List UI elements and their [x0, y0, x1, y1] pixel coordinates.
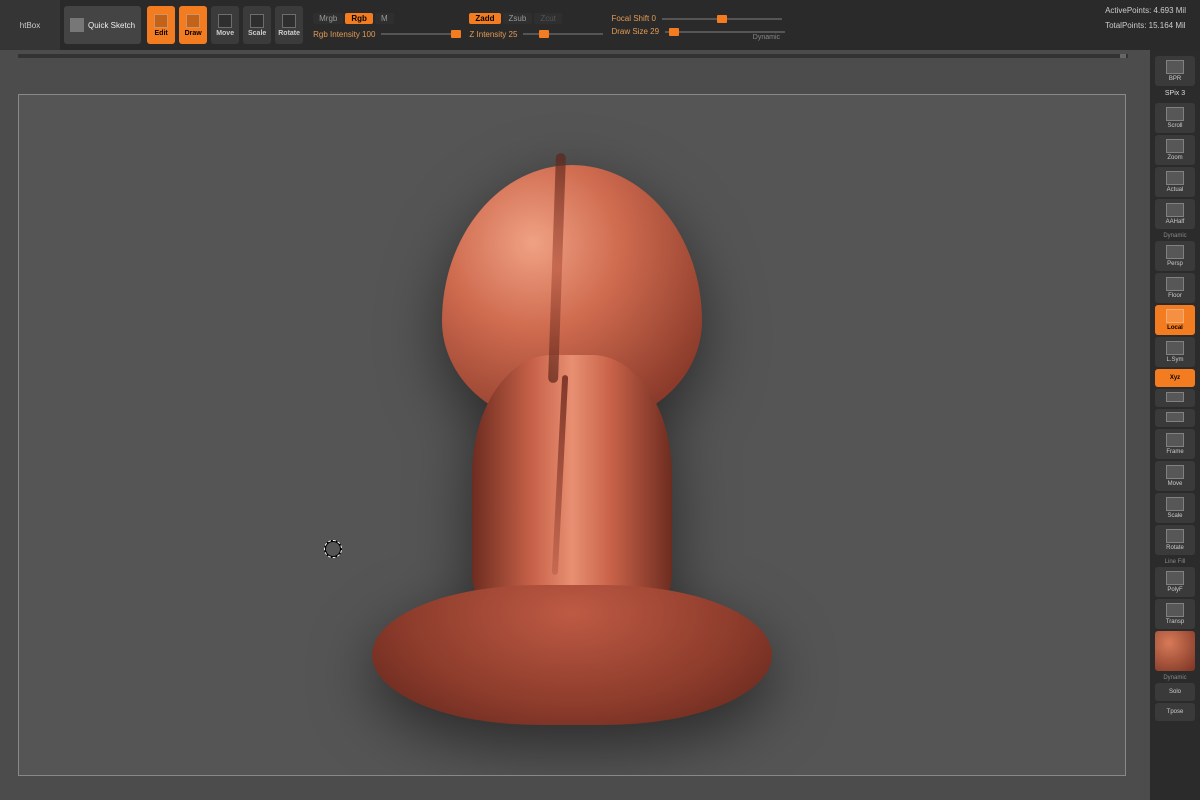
lightbox-button[interactable]: htBox: [0, 0, 60, 50]
magnifier-icon: [1166, 139, 1184, 153]
focal-draw-group: Focal Shift 0 Draw Size 29: [611, 0, 785, 50]
quicksketch-icon: [70, 18, 84, 32]
actual-icon: [1166, 171, 1184, 185]
mode-rotate-button[interactable]: Rotate: [275, 6, 303, 44]
transp-icon: [1166, 603, 1184, 617]
nav-rotate-button[interactable]: Rotate: [1155, 525, 1195, 555]
mode-move-button[interactable]: Move: [211, 6, 239, 44]
viewport[interactable]: [18, 94, 1126, 776]
brush-cursor-icon: [324, 540, 344, 560]
z-intensity-slider[interactable]: Z Intensity 25: [469, 30, 603, 39]
quicksketch-label: Quick Sketch: [88, 21, 135, 30]
bpr-button[interactable]: BPR: [1155, 56, 1195, 86]
material-swatch[interactable]: [1155, 631, 1195, 671]
local-button[interactable]: Local: [1155, 305, 1195, 335]
aahalf-icon: [1166, 203, 1184, 217]
move-icon: [218, 14, 232, 28]
nav-scale-button[interactable]: Scale: [1155, 493, 1195, 523]
draw-icon: [186, 14, 200, 28]
persp-button[interactable]: Persp: [1155, 241, 1195, 271]
right-palette: BPR SPix 3 Scroll Zoom Actual AAHalf Dyn…: [1150, 50, 1200, 800]
hand-move-icon: [1166, 465, 1184, 479]
aux-b-button[interactable]: [1155, 409, 1195, 427]
mode-draw-button[interactable]: Draw: [179, 6, 207, 44]
lsym-icon: [1166, 341, 1184, 355]
m-chip[interactable]: M: [375, 13, 394, 24]
floor-icon: [1166, 277, 1184, 291]
polyf-button[interactable]: PolyF: [1155, 567, 1195, 597]
zadd-chip[interactable]: Zadd: [469, 13, 500, 24]
linefill-section-label: Line Fill: [1165, 559, 1186, 565]
xyz-button[interactable]: Xyz: [1155, 369, 1195, 387]
mode-scale-button[interactable]: Scale: [243, 6, 271, 44]
hand-icon: [1166, 107, 1184, 121]
doc-tab-strip[interactable]: [18, 54, 1128, 58]
canvas-area: [0, 50, 1150, 800]
polyf-icon: [1166, 571, 1184, 585]
scroll-button[interactable]: Scroll: [1155, 103, 1195, 133]
stats-readout: ActivePoints: 4.693 Mil TotalPoints: 15.…: [1091, 0, 1200, 50]
scale-nav-icon: [1166, 497, 1184, 511]
mode-edit-button[interactable]: Edit: [147, 6, 175, 44]
zoom-button[interactable]: Zoom: [1155, 135, 1195, 165]
floor-button[interactable]: Floor: [1155, 273, 1195, 303]
active-points-readout: ActivePoints: 4.693 Mil: [1105, 6, 1186, 15]
rotate-nav-icon: [1166, 529, 1184, 543]
rotate-icon: [282, 14, 296, 28]
aux-a-icon: [1166, 392, 1184, 402]
sculpt-model: [342, 115, 802, 755]
dynamic-toggle[interactable]: Dynamic: [753, 34, 780, 41]
edit-icon: [154, 14, 168, 28]
z-group: Zadd Zsub Zcut Z Intensity 25: [469, 0, 603, 50]
mrgb-chip[interactable]: Mrgb: [313, 13, 343, 24]
local-icon: [1166, 309, 1184, 323]
dynamic-section-label: Dynamic: [1163, 233, 1186, 239]
total-points-readout: TotalPoints: 15.164 Mil: [1105, 21, 1186, 30]
dynamic2-label: Dynamic: [1163, 675, 1186, 681]
focal-shift-slider[interactable]: Focal Shift 0: [611, 14, 785, 23]
rgb-intensity-slider[interactable]: Rgb Intensity 100: [313, 30, 461, 39]
tab-nub-icon: [1120, 54, 1126, 58]
aahalf-button[interactable]: AAHalf: [1155, 199, 1195, 229]
scale-icon: [250, 14, 264, 28]
quicksketch-button[interactable]: Quick Sketch: [64, 6, 141, 44]
persp-icon: [1166, 245, 1184, 259]
lsym-button[interactable]: L.Sym: [1155, 337, 1195, 367]
zcut-chip[interactable]: Zcut: [534, 13, 562, 24]
bpr-icon: [1166, 60, 1184, 74]
frame-button[interactable]: Frame: [1155, 429, 1195, 459]
aux-b-icon: [1166, 412, 1184, 422]
top-toolbar: htBox Quick Sketch Edit Draw Move Scale …: [0, 0, 1200, 50]
transp-button[interactable]: Transp: [1155, 599, 1195, 629]
solo-button[interactable]: Solo: [1155, 683, 1195, 701]
aux-a-button[interactable]: [1155, 389, 1195, 407]
spix-readout[interactable]: SPix 3: [1165, 90, 1185, 97]
actual-button[interactable]: Actual: [1155, 167, 1195, 197]
zsub-chip[interactable]: Zsub: [503, 13, 533, 24]
rgb-group: Mrgb Rgb M Rgb Intensity 100: [313, 0, 461, 50]
frame-icon: [1166, 433, 1184, 447]
nav-move-button[interactable]: Move: [1155, 461, 1195, 491]
tpose-button[interactable]: Tpose: [1155, 703, 1195, 721]
rgb-chip[interactable]: Rgb: [345, 13, 373, 24]
